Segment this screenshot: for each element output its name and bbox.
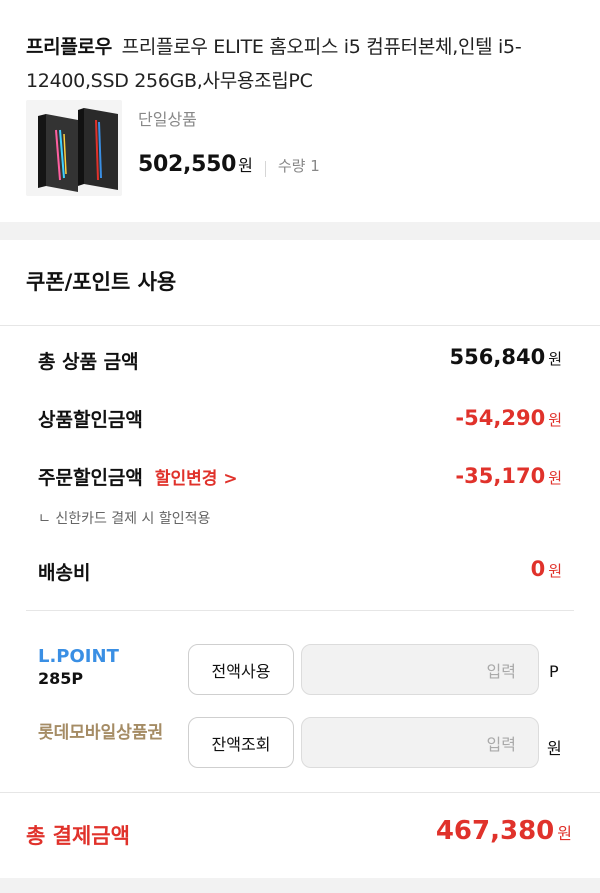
price-separator — [264, 161, 266, 177]
shipping-label: 배송비 — [38, 562, 91, 584]
order-discount-row: 주문할인금액 할인변경 > — [38, 463, 238, 490]
lpoint-use-all-button[interactable]: 전액사용 — [188, 644, 294, 695]
lpoint-balance: 285P — [38, 669, 84, 688]
product-discount-label: 상품할인금액 — [38, 409, 143, 431]
summary-line — [26, 610, 574, 611]
total-line — [0, 792, 600, 793]
card-discount-note: ㄴ 신한카드 결제 시 할인적용 — [38, 511, 211, 527]
lpoint-input[interactable]: 입력 — [301, 644, 539, 695]
order-discount-unit: 원 — [548, 469, 562, 487]
section-line — [0, 325, 600, 326]
total-product-unit: 원 — [548, 350, 562, 368]
voucher-label: 롯데모바일상품권 — [38, 723, 164, 743]
coupon-point-title[interactable]: 쿠폰/포인트 사용 — [26, 266, 176, 296]
total-product-label: 총 상품 금액 — [38, 351, 139, 373]
product-title: 프리플로우 프리플로우 ELITE 홈오피스 i5 컴퓨터본체,인텔 i5-12… — [26, 30, 574, 98]
total-payment-amount: 467,380 원 — [436, 816, 572, 846]
order-discount-label: 주문할인금액 — [38, 467, 143, 489]
voucher-input[interactable]: 입력 — [301, 717, 539, 768]
shipping-amount: 0 원 — [531, 557, 562, 581]
shipping-value: 0 — [530, 557, 546, 581]
product-price-line: 502,550 원 수량 1 — [138, 152, 320, 186]
lpoint-label: L.POINT — [38, 646, 119, 667]
total-product-value: 556,840 — [449, 345, 546, 369]
product-price-unit: 원 — [238, 156, 253, 175]
voucher-balance-button[interactable]: 잔액조회 — [188, 717, 294, 768]
product-discount-unit: 원 — [548, 411, 562, 429]
shipping-unit: 원 — [548, 562, 562, 580]
pc-case-image — [26, 100, 122, 196]
total-payment-unit: 원 — [557, 824, 572, 843]
product-brand: 프리플로우 — [26, 36, 112, 58]
product-thumbnail[interactable] — [26, 100, 122, 196]
product-price: 502,550 — [138, 152, 237, 177]
product-option: 단일상품 — [138, 110, 197, 129]
voucher-unit: 원 — [547, 739, 562, 758]
total-product-amount: 556,840 원 — [450, 345, 562, 369]
lpoint-unit: P — [549, 662, 559, 681]
product-quantity: 수량 1 — [277, 157, 320, 175]
total-payment-label: 총 결제금액 — [26, 824, 130, 848]
bottom-divider — [0, 878, 600, 893]
total-payment-value: 467,380 — [435, 816, 555, 846]
order-discount-value: -35,170 — [455, 464, 546, 488]
discount-change-link[interactable]: 할인변경 > — [155, 464, 238, 489]
product-discount-amount: -54,290 원 — [455, 406, 562, 430]
product-discount-value: -54,290 — [455, 406, 546, 430]
section-divider — [0, 222, 600, 240]
order-discount-amount: -35,170 원 — [455, 464, 562, 488]
